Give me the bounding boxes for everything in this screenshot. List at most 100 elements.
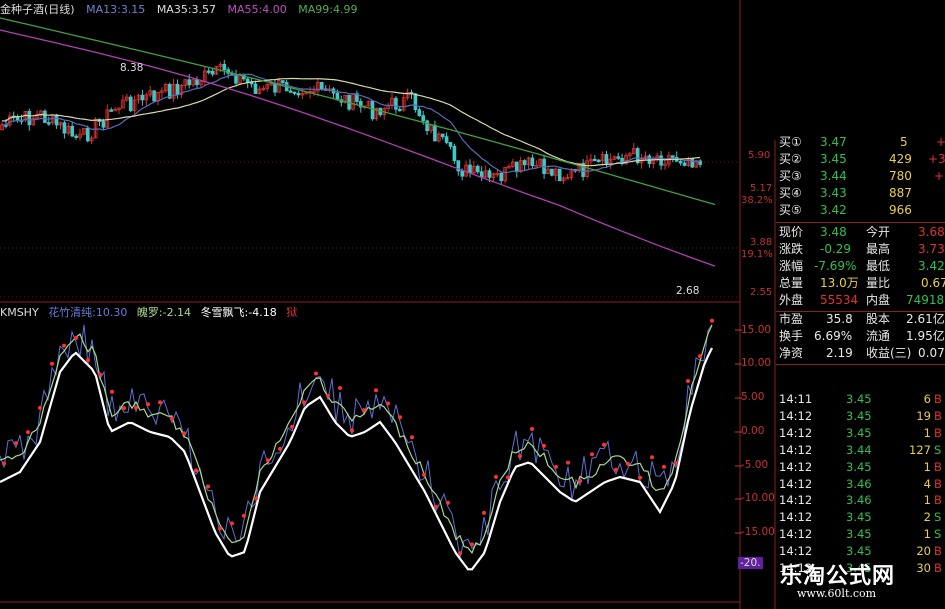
stat-label: 最低 <box>866 259 891 273</box>
bid-volume: 429 <box>889 152 912 166</box>
stat-row: 现价 3.48 今开 3.68 <box>776 224 945 241</box>
indicator-signal-dot <box>290 424 294 429</box>
fund-value: 0.07 <box>918 346 945 360</box>
tick-time: 14:12 <box>779 510 813 525</box>
bid-change: +35 <box>928 152 945 166</box>
candle-body <box>27 111 32 126</box>
tick-row[interactable]: 14:12 3.45 1 B <box>776 425 945 442</box>
indicator-signal-dot <box>710 318 714 323</box>
tick-row[interactable]: 14:12 3.45 19 B <box>776 408 945 425</box>
candle-body <box>288 90 293 93</box>
tick-volume: 1 <box>923 527 931 542</box>
bid-row[interactable]: 买⑤ 3.42 966 <box>776 202 945 219</box>
stat-value: 3.73 <box>918 242 945 256</box>
indicator-value-1: 花竹清纯:10.30 <box>48 306 128 319</box>
candle-body <box>468 164 472 174</box>
indicator-fast-line <box>0 324 713 558</box>
bid-label: 买② <box>779 152 802 166</box>
bid-row[interactable]: 买③ 3.44 780 +2 <box>776 168 945 185</box>
candle-body <box>413 93 418 111</box>
tick-side: B <box>934 476 942 491</box>
candle-body <box>273 83 277 93</box>
candle-body <box>425 120 429 132</box>
tick-row[interactable]: 14:11 3.45 6 B <box>776 391 945 408</box>
fund-label: 换手 <box>779 329 804 343</box>
candle-body <box>397 108 402 112</box>
bid-row[interactable]: 买① 3.47 5 + <box>776 134 945 151</box>
indicator-signal-dot <box>242 513 246 518</box>
ind-axis-8: -20. <box>738 557 763 569</box>
indicator-signal-dot <box>86 358 90 363</box>
fund-row: 净资 2.19 收益(三) 0.07 <box>776 345 945 362</box>
candle-body <box>690 158 695 168</box>
tick-time: 14:12 <box>779 527 813 542</box>
candle-body <box>479 171 484 178</box>
indicator-signal-dot <box>506 475 510 480</box>
tick-row[interactable]: 14:12 3.45 2 S <box>776 509 945 526</box>
fund-value: 1.95亿 <box>906 329 945 343</box>
bid-label: 买① <box>779 135 802 149</box>
tick-row[interactable]: 14:12 3.44 127 S <box>776 442 945 459</box>
tick-volume: 30 <box>916 561 931 575</box>
ind-axis-4: 0.00 <box>741 425 765 437</box>
stat-value: -0.29 <box>820 242 852 256</box>
indicator-lines <box>0 318 714 571</box>
indicator-value-3: 冬雪飘飞:-4.18 <box>200 306 277 319</box>
bid-label: 买⑤ <box>779 203 802 217</box>
stat-value: 55534 <box>820 293 859 307</box>
ma55-line <box>0 29 716 267</box>
ma99-label: MA99:4.99 <box>298 3 358 16</box>
indicator-signal-dot <box>530 427 534 432</box>
divider <box>776 364 945 365</box>
bid-row[interactable]: 买④ 3.43 887 <box>776 185 945 202</box>
bid-row[interactable]: 买② 3.45 429 +35 <box>776 151 945 168</box>
tick-side: B <box>934 544 942 559</box>
candle-body <box>596 159 601 162</box>
indicator-signal-dot <box>590 452 594 457</box>
candle-body <box>522 160 527 166</box>
tick-row[interactable]: 14:12 3.45 1 B <box>776 459 945 476</box>
tick-volume: 2 <box>923 510 931 525</box>
indicator-signal-dot <box>434 504 438 509</box>
tick-price: 3.46 <box>846 493 872 508</box>
indicator-signal-dot <box>74 336 78 341</box>
tick-side: B <box>934 392 942 406</box>
candle-body <box>195 79 199 86</box>
candle-body <box>109 109 114 112</box>
indicator-signal-dot <box>674 461 678 466</box>
candle-body <box>128 96 133 112</box>
candle-body <box>54 114 59 126</box>
price-axis-3: 38.2% <box>741 195 773 206</box>
high-price-marker: 8.38 <box>120 62 144 74</box>
tick-volume: 6 <box>923 392 931 406</box>
indicator-signal-dot <box>494 474 498 479</box>
bid-change: + <box>936 135 945 149</box>
tick-row[interactable]: 14:12 3.46 1 B <box>776 492 945 509</box>
stat-value: 3.48 <box>820 225 847 239</box>
candle-body <box>394 97 398 110</box>
candle-body <box>593 158 597 162</box>
moving-average-lines <box>0 17 716 267</box>
indicator-signal-dot <box>614 467 618 472</box>
tick-volume: 1 <box>923 425 931 440</box>
indicator-signal-dot <box>170 416 174 421</box>
stat-row: 总量 13.0万 量比 0.67 <box>776 275 945 292</box>
tick-side: B <box>934 493 942 508</box>
candle-body <box>421 115 425 122</box>
bid-price: 3.42 <box>820 203 847 217</box>
price-axis-5: 19.1% <box>741 249 773 260</box>
indicator-signal-dot <box>230 521 234 526</box>
tick-row[interactable]: 14:12 3.46 4 B <box>776 476 945 493</box>
indicator-name: KMSHY <box>0 306 39 319</box>
fund-label: 市盈 <box>779 312 804 326</box>
stat-value: 3.42 <box>918 259 945 273</box>
indicator-value-4: 狱 <box>286 306 298 319</box>
quote-panel: 买① 3.47 5 + 买② 3.45 429 +35 买③ 3.44 780 … <box>776 134 945 394</box>
tick-row[interactable]: 14:12 3.45 1 S <box>776 526 945 543</box>
candle-body <box>15 116 20 121</box>
candle-body <box>487 170 492 178</box>
candle-body <box>70 125 75 137</box>
indicator-signal-dot <box>326 393 330 398</box>
indicator-signal-dot <box>158 400 162 405</box>
candle-body <box>187 79 192 86</box>
